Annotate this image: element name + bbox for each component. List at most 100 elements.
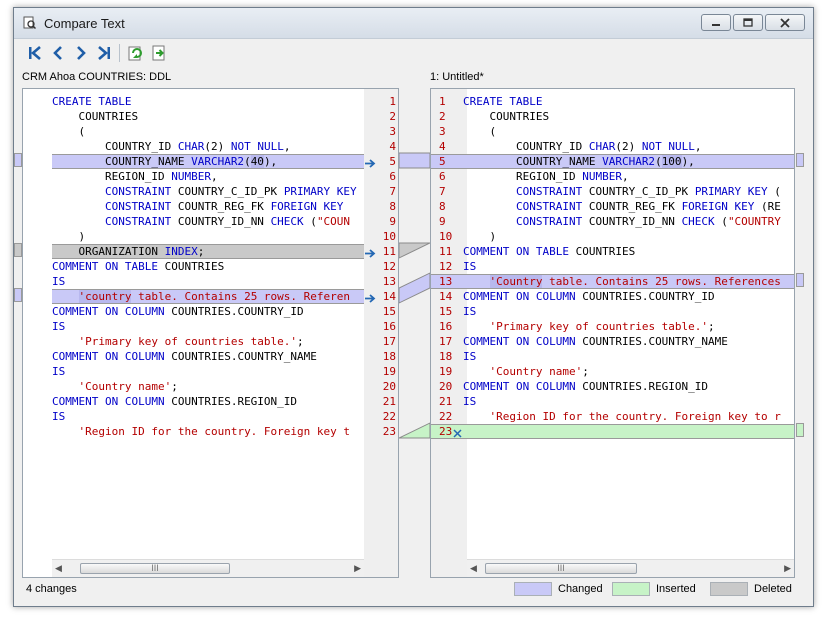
code-line[interactable]: COMMENT ON COLUMN COUNTRIES.COUNTRY_ID <box>463 289 715 304</box>
legend-changed-label: Changed <box>558 583 603 595</box>
code-line[interactable]: 'Primary key of countries table.'; <box>52 334 304 349</box>
code-line[interactable]: 'Region ID for the country. Foreign key … <box>52 424 351 439</box>
code-line[interactable]: CREATE TABLE <box>463 94 542 109</box>
line-number: 22 <box>439 410 453 423</box>
code-line[interactable]: IS <box>463 304 476 319</box>
code-line[interactable]: COUNTRY_NAME VARCHAR2(100), <box>463 154 695 169</box>
code-line[interactable]: CONSTRAINT COUNTRY_ID_NN CHECK ("COUNTRY <box>463 214 781 229</box>
left-text-pane[interactable]: CREATE TABLE COUNTRIES ( COUNTRY_ID CHAR… <box>22 88 399 578</box>
code-line[interactable]: COMMENT ON TABLE COUNTRIES <box>463 244 635 259</box>
scroll-right-arrow-icon[interactable]: ▶ <box>354 563 361 574</box>
code-line[interactable]: IS <box>52 364 65 379</box>
code-line[interactable]: 'Primary key of countries table.'; <box>463 319 715 334</box>
text-token: , <box>621 170 629 183</box>
code-line[interactable]: COMMENT ON COLUMN COUNTRIES.COUNTRY_NAME <box>463 334 728 349</box>
keyword-token: IS <box>52 275 66 288</box>
line-number: 12 <box>382 260 396 273</box>
code-line[interactable]: ( <box>463 124 496 139</box>
code-line[interactable]: CONSTRAINT COUNTR_REG_FK FOREIGN KEY (RE <box>463 199 781 214</box>
toolbar <box>24 42 169 64</box>
discard-insert-icon[interactable] <box>453 427 462 441</box>
code-line[interactable]: COUNTRIES <box>52 109 138 124</box>
prev-diff-button[interactable] <box>47 43 68 64</box>
change-marker[interactable] <box>14 243 22 257</box>
string-token: 'Country name' <box>489 365 583 378</box>
code-line[interactable]: COMMENT ON COLUMN COUNTRIES.REGION_ID <box>52 394 297 409</box>
refresh-button[interactable] <box>125 43 146 64</box>
code-line[interactable]: 'Country name'; <box>463 364 589 379</box>
right-text-pane[interactable]: 1 2 3 4 5 6 7 8 9 10 11 12 13 14 15 16 17 18 19 20 21 22 23 CR… <box>430 88 795 578</box>
scroll-right-arrow-icon[interactable]: ▶ <box>784 563 791 574</box>
legend-changed: Changed <box>514 581 603 597</box>
code-line[interactable]: CONSTRAINT COUNTR_REG_FK FOREIGN KEY <box>52 199 343 214</box>
text-token: ( <box>244 155 251 168</box>
code-line[interactable]: REGION_ID NUMBER, <box>463 169 629 184</box>
code-line[interactable]: COUNTRY_NAME VARCHAR2(40), <box>52 154 277 169</box>
code-line[interactable]: COUNTRIES <box>463 109 549 124</box>
code-line[interactable]: CONSTRAINT COUNTRY_C_ID_PK PRIMARY KEY <box>52 184 357 199</box>
minimize-button[interactable] <box>701 14 731 31</box>
code-line[interactable]: IS <box>463 259 476 274</box>
text-token: ; <box>171 380 178 393</box>
line-number: 8 <box>439 200 446 213</box>
left-horizontal-scrollbar[interactable]: ◀ III ▶ <box>52 559 364 577</box>
code-line[interactable]: COMMENT ON COLUMN COUNTRIES.COUNTRY_NAME <box>52 349 317 364</box>
code-line[interactable]: CONSTRAINT COUNTRY_ID_NN CHECK ("COUN <box>52 214 350 229</box>
code-line[interactable]: COMMENT ON TABLE COUNTRIES <box>52 259 224 274</box>
code-line[interactable]: 'Country table. Contains 25 rows. Refere… <box>463 274 781 289</box>
last-diff-button[interactable] <box>93 43 114 64</box>
close-button[interactable] <box>765 14 805 31</box>
code-line[interactable]: IS <box>463 394 476 409</box>
code-line[interactable]: IS <box>52 409 65 424</box>
line-number: 11 <box>439 245 453 258</box>
scroll-left-arrow-icon[interactable]: ◀ <box>55 563 62 574</box>
scroll-left-arrow-icon[interactable]: ◀ <box>470 563 477 574</box>
change-marker[interactable] <box>14 288 22 302</box>
right-horizontal-scrollbar[interactable]: ◀ III ▶ <box>467 559 794 577</box>
copy-right-button[interactable] <box>148 43 169 64</box>
text-token: 100 <box>661 155 682 168</box>
code-line[interactable]: CONSTRAINT COUNTRY_C_ID_PK PRIMARY KEY ( <box>463 184 781 199</box>
code-line[interactable]: COMMENT ON COLUMN COUNTRIES.REGION_ID <box>463 379 708 394</box>
code-line[interactable]: REGION_ID NUMBER, <box>52 169 218 184</box>
maximize-icon <box>743 18 753 27</box>
right-scroll-thumb[interactable]: III <box>485 563 637 574</box>
code-line[interactable]: IS <box>463 349 476 364</box>
code-line[interactable]: 'Region ID for the country. Foreign key … <box>463 409 781 424</box>
text-token: COUNTRIES.COUNTRY_NAME <box>575 335 728 348</box>
change-marker[interactable] <box>14 153 22 167</box>
line-number: 4 <box>439 140 446 153</box>
change-marker[interactable] <box>796 423 804 437</box>
line-number: 14 <box>439 290 453 303</box>
right-pane-label: 1: Untitled* <box>430 71 484 83</box>
code-line[interactable]: COMMENT ON COLUMN COUNTRIES.COUNTRY_ID <box>52 304 304 319</box>
text-token: COUNTRIES.COUNTRY_ID <box>575 290 715 303</box>
code-line[interactable]: COUNTRY_ID CHAR(2) NOT NULL, <box>52 139 290 154</box>
first-diff-button[interactable] <box>24 43 45 64</box>
line-number: 10 <box>439 230 453 243</box>
code-line[interactable]: ( <box>52 124 85 139</box>
code-line[interactable]: ) <box>52 229 85 244</box>
change-marker[interactable] <box>796 153 804 167</box>
code-line[interactable]: ) <box>463 229 496 244</box>
left-scroll-thumb[interactable]: III <box>80 563 230 574</box>
code-line[interactable]: IS <box>52 274 65 289</box>
code-line[interactable]: CREATE TABLE <box>52 94 131 109</box>
code-line[interactable]: 'country table. Contains 25 rows. Refere… <box>52 289 350 304</box>
next-diff-button[interactable] <box>70 43 91 64</box>
keyword-token: IS <box>52 365 66 378</box>
change-marker[interactable] <box>796 273 804 287</box>
maximize-button[interactable] <box>733 14 763 31</box>
legend-inserted-swatch <box>612 582 650 596</box>
line-number: 6 <box>439 170 446 183</box>
text-token: COUNTRIES <box>568 245 636 258</box>
code-line[interactable]: COUNTRY_ID CHAR(2) NOT NULL, <box>463 139 701 154</box>
code-line[interactable]: ORGANIZATION INDEX; <box>52 244 204 259</box>
text-token: COUNTRY_C_ID_PK <box>582 185 695 198</box>
keyword-token: COMMENT ON COLUMN <box>463 335 576 348</box>
code-line[interactable]: IS <box>52 319 65 334</box>
keyword-token: COMMENT ON COLUMN <box>52 305 165 318</box>
code-line[interactable]: 'Country name'; <box>52 379 178 394</box>
